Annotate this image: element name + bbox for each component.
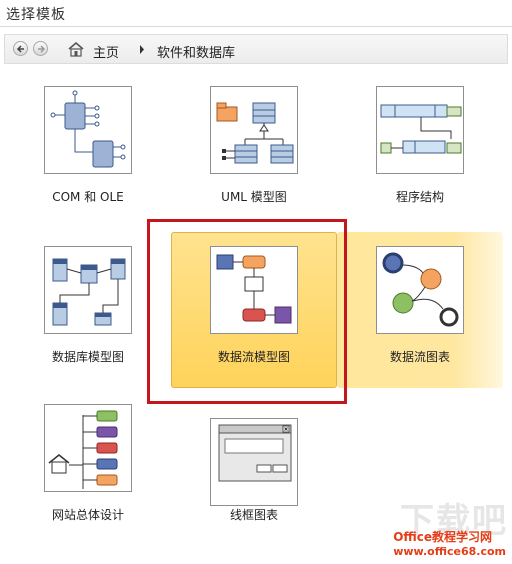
forward-button[interactable] — [33, 41, 48, 56]
program-structure-template-icon — [380, 104, 462, 154]
template-label: 网站总体设计 — [51, 508, 124, 522]
watermark-brand: Office教程学习网 www.office68.com — [393, 530, 506, 558]
com-ole-template-icon — [50, 90, 126, 168]
breadcrumb-current: 软件和数据库 — [157, 46, 236, 61]
template-database-model[interactable] — [44, 246, 132, 334]
template-label: 程序结构 — [395, 190, 444, 204]
template-label: UML 模型图 — [221, 190, 287, 204]
uml-template-icon — [216, 102, 294, 164]
back-button[interactable] — [13, 41, 28, 56]
wireframe-template-icon — [218, 424, 292, 482]
database-model-template-icon — [52, 258, 126, 326]
template-program-structure[interactable] — [376, 86, 464, 174]
template-website-design[interactable] — [44, 404, 132, 492]
template-label: 数据库模型图 — [51, 350, 124, 364]
arrow-right-icon — [38, 45, 46, 53]
template-uml[interactable] — [210, 86, 298, 174]
template-label: COM 和 OLE — [52, 190, 124, 204]
arrow-left-icon — [16, 45, 24, 53]
template-com-ole[interactable] — [44, 86, 132, 174]
home-icon[interactable] — [67, 41, 85, 57]
template-label: 线框图表 — [229, 508, 278, 522]
chevron-right-icon — [140, 45, 144, 54]
navigation-bar: 主页 软件和数据库 — [4, 34, 508, 64]
template-data-flow-diagram[interactable] — [376, 246, 464, 334]
website-design-template-icon — [48, 410, 118, 489]
breadcrumb-home[interactable]: 主页 — [93, 42, 119, 61]
highlight-frame — [147, 219, 347, 404]
title-divider — [0, 26, 512, 27]
dialog-title: 选择模板 — [6, 7, 66, 23]
data-flow-diagram-template-icon — [382, 252, 459, 327]
template-wireframe[interactable] — [210, 418, 298, 506]
template-label: 数据流图表 — [389, 350, 450, 364]
